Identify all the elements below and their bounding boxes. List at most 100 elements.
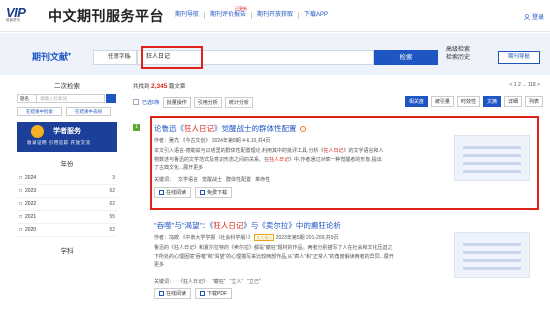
checkbox-icon: □ xyxy=(19,201,23,207)
year-count: 62 xyxy=(109,201,115,207)
count-suffix: 篇文章 xyxy=(168,84,186,90)
banner-subtitle: 收录证明 引用追踪 开放交流 xyxy=(27,140,91,145)
main-nav: 期刊导航 期刊评价报告 已更新 期刊开放获取 下载APP xyxy=(170,6,333,19)
scholar-service-banner[interactable]: 学者服务 收录证明 引用追踪 开放交流 xyxy=(17,122,117,152)
sort-bar: 相关度 被引量 时效性 文摘 详细 列表 xyxy=(404,96,543,107)
year-label: 2024 xyxy=(25,175,37,181)
batch-ops-button[interactable]: 批量操作 xyxy=(162,96,191,108)
user-icon xyxy=(524,13,530,20)
year-count: 62 xyxy=(109,188,115,194)
result-abstract: 鲁迅的《狂人日记》和夏尔拉特的《卖尔拉》都是"癫狂"题材的作品。两者分别描写了人… xyxy=(154,244,394,270)
search-icon[interactable] xyxy=(106,94,116,103)
keyword-link[interactable]: "癫狂" xyxy=(212,278,226,285)
sort-recency[interactable]: 时效性 xyxy=(456,96,480,107)
citation-analysis-button[interactable]: 引用分析 xyxy=(193,96,222,108)
sidebar: 二次检索 题名 请输入检索词 在结果中检索 在结果中去除 学者服务 收录证明 引… xyxy=(17,80,117,259)
updated-badge: 已更新 xyxy=(235,6,248,11)
nav-open-access[interactable]: 期刊开放获取 xyxy=(251,12,298,19)
search-field-select[interactable]: 任意字段 xyxy=(93,50,137,65)
result-count: 共找到 2,345 篇文章 xyxy=(133,82,185,90)
keyword-link[interactable]: 《狂人日记》 xyxy=(178,278,208,285)
read-icon xyxy=(159,291,164,296)
highlight-box-query xyxy=(141,46,203,69)
advanced-links: 高级检索 检索历史 xyxy=(446,46,470,62)
journal-guide-button[interactable]: 期刊导航 xyxy=(498,51,540,64)
title-part: "吞噬"与"渴望"：《 xyxy=(154,221,214,230)
core-journal-badge: 北大核心 xyxy=(254,234,275,241)
exclude-from-results-button[interactable]: 在结果中去除 xyxy=(66,107,111,116)
year-count: 52 xyxy=(109,227,115,233)
select-all-checkbox[interactable] xyxy=(133,99,139,105)
secondary-keyword-input[interactable]: 请输入检索词 xyxy=(37,94,105,103)
journal-link[interactable]: 《中南大学学报（社会科学版）》 xyxy=(180,235,253,241)
result-index: 1 xyxy=(133,124,140,131)
subject-filter: 学科 xyxy=(17,245,117,255)
checkbox-icon: □ xyxy=(19,214,23,220)
search-in-results-button[interactable]: 在结果中检索 xyxy=(17,107,62,116)
nav-journal-report[interactable]: 期刊评价报告 已更新 xyxy=(204,6,251,19)
site-title: 中文期刊服务平台 xyxy=(48,8,164,24)
author-link[interactable]: 冯姣 xyxy=(169,235,179,241)
author-label: 作者： xyxy=(154,235,170,241)
year-count: 55 xyxy=(109,214,115,220)
result-item: "吞噬"与"渴望"：《狂人日记》与《卖尔拉》中的癫狂论析 作者：冯姣 《中南大学… xyxy=(133,220,538,310)
year-item[interactable]: □ 2022 62 xyxy=(17,198,117,211)
article-thumbnail xyxy=(454,232,530,278)
secondary-search-title: 二次检索 xyxy=(54,83,80,90)
year-label: 2022 xyxy=(25,201,37,207)
subject-filter-title: 学科 xyxy=(60,248,74,255)
year-item[interactable]: □ 2024 3 xyxy=(17,172,117,185)
sort-citations[interactable]: 被引量 xyxy=(430,96,454,107)
secondary-field-select[interactable]: 题名 xyxy=(17,94,37,103)
title-highlight: 狂人日记 xyxy=(213,221,244,230)
view-abstract[interactable]: 文摘 xyxy=(482,96,501,107)
advanced-search-link[interactable]: 高级检索 xyxy=(446,46,470,54)
download-pdf-button[interactable]: 下载PDF xyxy=(195,288,233,299)
year-label: 2020 xyxy=(25,227,37,233)
stats-analysis-button[interactable]: 统计分析 xyxy=(224,96,253,108)
count-number: 2,345 xyxy=(151,83,168,90)
keyword-link[interactable]: "立人" xyxy=(230,278,244,285)
site-logo[interactable]: VIP 维普资讯 xyxy=(6,5,44,25)
result-title[interactable]: "吞噬"与"渴望"：《狂人日记》与《卖尔拉》中的癫狂论析 xyxy=(154,220,341,231)
checkbox-icon: □ xyxy=(19,188,23,194)
year-filter: 年份 □ 2024 3 □ 2023 62 □ 2022 62 □ 2021 55 □ 2020 5… xyxy=(17,158,117,237)
result-meta: 作者：冯姣 《中南大学学报（社会科学版）》 北大核心 2023年第5期 201-… xyxy=(154,234,339,241)
keyword-link[interactable]: "立己" xyxy=(247,278,261,285)
search-button[interactable]: 检索 xyxy=(374,50,438,65)
highlight-box-result xyxy=(150,116,539,210)
login-label: 登录 xyxy=(531,15,544,21)
read-online-button[interactable]: 在线阅读 xyxy=(154,288,192,299)
result-keywords: 关键词： 《狂人日记》 "癫狂" "立人" "立己" xyxy=(154,278,261,285)
year-item[interactable]: □ 2023 62 xyxy=(17,185,117,198)
year-filter-title: 年份 xyxy=(60,161,74,168)
year-label: 2023 xyxy=(25,188,37,194)
search-brand: 期刊文献▾ xyxy=(32,50,71,63)
banner-title: 学者服务 xyxy=(53,128,81,135)
year-label: 2021 xyxy=(25,214,37,220)
selected-count: 已选0条 xyxy=(142,99,160,106)
search-history-link[interactable]: 检索历史 xyxy=(446,54,470,62)
view-detail[interactable]: 详细 xyxy=(503,96,522,107)
keywords-label: 关键词： xyxy=(154,279,175,285)
issue-info: 2023年第5期 201-209,共9页 xyxy=(275,235,339,241)
year-item[interactable]: □ 2020 52 xyxy=(17,224,117,237)
search-brand-label: 期刊文献 xyxy=(32,52,69,62)
top-header: VIP 维普资讯 中文期刊服务平台 期刊导航 期刊评价报告 已更新 期刊开放获取 … xyxy=(0,0,550,32)
download-label: 下载PDF xyxy=(207,291,228,297)
read-online-label: 在线阅读 xyxy=(166,291,187,297)
pager[interactable]: < 1 2 ... 118 > xyxy=(510,82,541,88)
checkbox-icon: □ xyxy=(19,227,23,233)
view-list[interactable]: 列表 xyxy=(524,96,543,107)
result-actions: 在线阅读 下载PDF xyxy=(154,288,233,299)
checkbox-icon: □ xyxy=(19,175,23,181)
sort-relevance[interactable]: 相关度 xyxy=(404,96,428,107)
search-band: 期刊文献▾ 任意字段 狂人日记 检索 高级检索 检索历史 期刊导航 xyxy=(0,33,550,75)
title-part: 》与《卖尔拉》中的癫狂论析 xyxy=(243,221,341,230)
scholar-avatar-icon xyxy=(31,125,44,138)
nav-download-app[interactable]: 下载APP xyxy=(298,12,333,19)
login-link[interactable]: 登录 xyxy=(524,12,544,21)
nav-journal-guide[interactable]: 期刊导航 xyxy=(170,12,204,19)
download-icon xyxy=(200,291,206,296)
year-item[interactable]: □ 2021 55 xyxy=(17,211,117,224)
